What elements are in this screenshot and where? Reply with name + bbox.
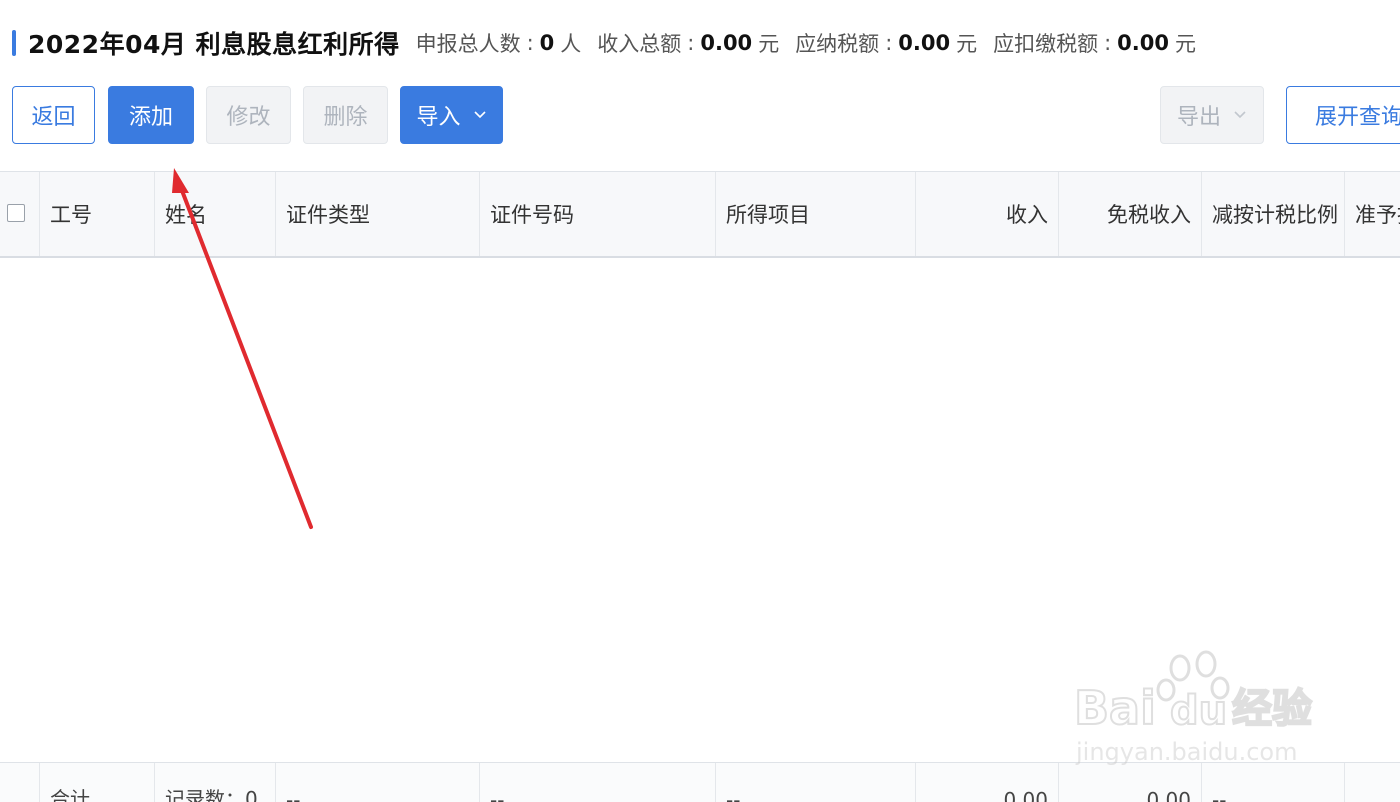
footer-record-count: 记录数：0 bbox=[155, 763, 276, 802]
stat-label: 应纳税额 bbox=[795, 32, 880, 56]
watermark-brand-text-du: du bbox=[1170, 688, 1227, 734]
stat-value: 0 bbox=[539, 31, 555, 55]
stat-label: 申报总人数 bbox=[415, 32, 521, 56]
column-header-tax-free-income[interactable]: 免税收入 bbox=[1059, 172, 1202, 256]
column-header-id-number[interactable]: 证件号码 bbox=[480, 172, 716, 256]
add-button[interactable]: 添加 bbox=[108, 86, 194, 144]
import-dropdown-button[interactable]: 导入 bbox=[400, 86, 503, 144]
stat-label: 收入总额 bbox=[597, 32, 682, 56]
stat-unit: 元 bbox=[1175, 32, 1196, 56]
stat-label: 应扣缴税额 bbox=[993, 32, 1099, 56]
column-header-income[interactable]: 收入 bbox=[916, 172, 1059, 256]
expand-query-button[interactable]: 展开查询条 bbox=[1286, 86, 1400, 144]
chevron-down-icon bbox=[473, 111, 486, 119]
select-all-cell bbox=[0, 172, 40, 256]
baidu-jingyan-watermark: Bai du 经验 jingyan.baidu.com bbox=[1073, 650, 1313, 766]
footer-placeholder: -- bbox=[480, 763, 716, 802]
export-dropdown-button[interactable]: 导出 bbox=[1160, 86, 1264, 144]
footer-placeholder: -- bbox=[276, 763, 480, 802]
stat-tax-withheld: 应扣缴税额:0.00 元 bbox=[993, 28, 1196, 58]
column-header-name[interactable]: 姓名 bbox=[155, 172, 276, 256]
stat-unit: 人 bbox=[560, 32, 582, 56]
stat-total-people: 申报总人数:0 人 bbox=[416, 28, 582, 58]
chevron-down-icon bbox=[1234, 111, 1246, 119]
column-header-id-type[interactable]: 证件类型 bbox=[276, 172, 480, 256]
table-header-row: 工号 姓名 证件类型 证件号码 所得项目 收入 免税收入 减按计税比例 准予扣 bbox=[0, 172, 1400, 258]
stat-total-income: 收入总额:0.00 元 bbox=[597, 28, 779, 58]
back-button[interactable]: 返回 bbox=[12, 86, 95, 144]
column-header-allowed-deduction[interactable]: 准予扣 bbox=[1345, 172, 1400, 256]
edit-button[interactable]: 修改 bbox=[206, 86, 291, 144]
select-all-checkbox[interactable] bbox=[7, 204, 25, 222]
column-header-income-item[interactable]: 所得项目 bbox=[716, 172, 916, 256]
delete-button[interactable]: 删除 bbox=[303, 86, 388, 144]
column-header-reduced-tax-ratio[interactable]: 减按计税比例 bbox=[1202, 172, 1345, 256]
stat-unit: 元 bbox=[956, 32, 978, 56]
footer-placeholder: -- bbox=[716, 763, 916, 802]
stat-unit: 元 bbox=[758, 32, 780, 56]
stat-value: 0.00 bbox=[700, 31, 753, 55]
column-header-employee-id[interactable]: 工号 bbox=[40, 172, 155, 256]
stat-tax-payable: 应纳税额:0.00 元 bbox=[795, 28, 977, 58]
title-bar: 2022年04月 利息股息红利所得 申报总人数:0 人 收入总额:0.00 元 应纳… bbox=[12, 26, 1212, 60]
title-accent-bar bbox=[12, 30, 16, 56]
watermark-url-text: jingyan.baidu.com bbox=[1075, 738, 1297, 766]
watermark-brand-text: Bai bbox=[1074, 681, 1156, 735]
stat-value: 0.00 bbox=[898, 31, 951, 55]
watermark-product-text: 经验 bbox=[1232, 686, 1312, 732]
stat-value: 0.00 bbox=[1117, 31, 1169, 55]
footer-income-total: 0.00 bbox=[916, 763, 1059, 802]
page-title: 2022年04月 利息股息红利所得 bbox=[28, 30, 400, 59]
footer-total-label: 合计 bbox=[40, 763, 155, 802]
